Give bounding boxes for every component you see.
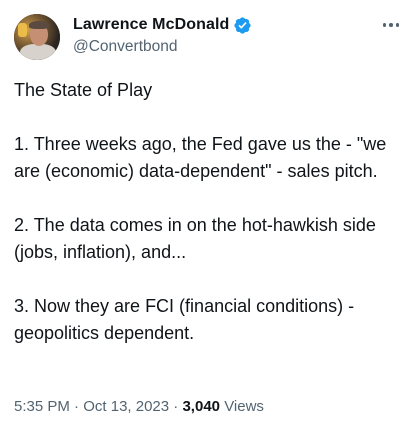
tweet-paragraph: 3. Now they are FCI (financial condition… <box>14 296 355 343</box>
tweet-date[interactable]: Oct 13, 2023 <box>83 398 169 415</box>
tweet-card: Lawrence McDonald @Convertbond The State… <box>0 0 411 421</box>
verified-badge-icon <box>234 16 252 34</box>
tweet-paragraph: 1. Three weeks ago, the Fed gave us the … <box>14 134 387 181</box>
author-handle[interactable]: @Convertbond <box>73 38 178 56</box>
author-name-row: Lawrence McDonald <box>73 14 252 36</box>
more-options-button[interactable] <box>379 16 403 34</box>
meta-separator: · <box>173 398 179 415</box>
tweet-time[interactable]: 5:35 PM <box>14 398 70 415</box>
views-label: Views <box>224 398 264 415</box>
meta-separator: · <box>74 398 80 415</box>
tweet-paragraph: The State of Play <box>14 80 153 100</box>
more-horizontal-icon <box>382 23 387 27</box>
more-dot <box>395 23 400 27</box>
views-count: 3,040 <box>182 398 221 415</box>
tweet-meta: 5:35 PM · Oct 13, 2023 · 3,040 Views <box>14 398 264 415</box>
tweet-text: The State of Play 1. Three weeks ago, th… <box>14 77 404 347</box>
author-display-name[interactable]: Lawrence McDonald <box>73 16 229 34</box>
avatar[interactable] <box>14 14 60 60</box>
tweet-paragraph: 2. The data comes in on the hot-hawkish … <box>14 215 376 262</box>
more-dot <box>389 23 393 27</box>
